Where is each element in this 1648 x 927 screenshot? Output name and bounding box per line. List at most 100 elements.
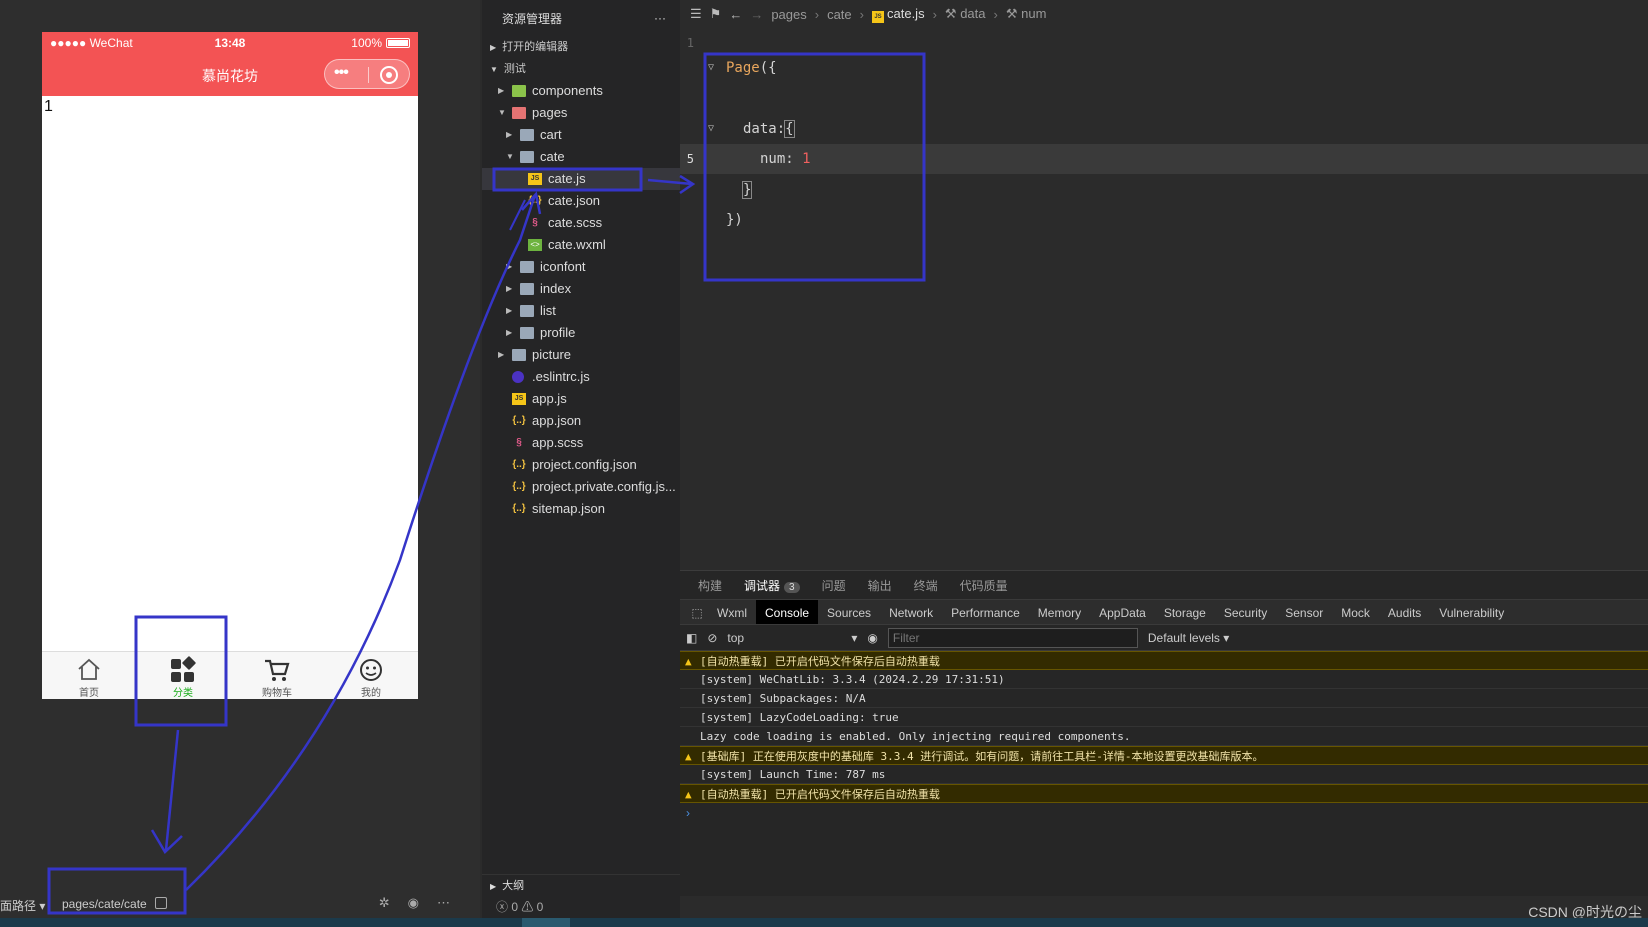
tree-item[interactable]: JS app.js: [482, 388, 680, 410]
chevron-right-icon[interactable]: ▶: [498, 344, 508, 366]
tree-item[interactable]: {..} project.private.config.js...: [482, 476, 680, 498]
devtools-tab-wxml[interactable]: Wxml: [708, 600, 756, 624]
bookmark-icon[interactable]: ⚑: [710, 6, 722, 22]
tree-item[interactable]: ▶ profile: [482, 322, 680, 344]
outline-section[interactable]: ▶ 大纲: [482, 874, 680, 896]
code-line-7: }): [680, 205, 1648, 235]
simulator-footer: 面路径 ▾ pages/cate/cate ✲ ◉ ⋯: [0, 890, 480, 918]
tree-item[interactable]: ▶ index: [482, 278, 680, 300]
sidebar-toggle-icon[interactable]: ◧: [686, 631, 697, 645]
chevron-right-icon[interactable]: ▶: [506, 256, 516, 278]
fold-chevron-icon[interactable]: ▽: [708, 114, 714, 144]
tree-item[interactable]: {..} project.config.json: [482, 454, 680, 476]
tab-home[interactable]: 首页: [42, 652, 136, 699]
devtools-tab-memory[interactable]: Memory: [1029, 600, 1090, 624]
log-levels-select[interactable]: Default levels ▾: [1148, 631, 1229, 645]
tree-item[interactable]: ▼ cate: [482, 146, 680, 168]
more-dots-icon[interactable]: •••: [334, 65, 360, 82]
tree-item[interactable]: {..} sitemap.json: [482, 498, 680, 520]
tab-output[interactable]: 输出: [868, 577, 892, 594]
menu-capsule: •••: [324, 59, 410, 89]
tab-code-quality[interactable]: 代码质量: [960, 577, 1008, 594]
devtools-tab-audits[interactable]: Audits: [1379, 600, 1430, 624]
tab-category[interactable]: 分类: [136, 652, 230, 699]
tree-item[interactable]: <> cate.wxml: [482, 234, 680, 256]
tab-profile[interactable]: 我的: [324, 652, 418, 699]
open-editors-label: 打开的编辑器: [502, 41, 569, 53]
tree-item[interactable]: ▶ components: [482, 80, 680, 102]
console-prompt[interactable]: ›: [680, 803, 1648, 823]
console-filter-input[interactable]: [887, 627, 1138, 648]
folder-icon: [520, 305, 534, 317]
context-select[interactable]: top ▾: [727, 631, 857, 645]
devtools-tab-performance[interactable]: Performance: [942, 600, 1029, 624]
back-arrow-icon[interactable]: ←: [729, 7, 742, 22]
page-path-label[interactable]: 面路径 ▾: [0, 897, 45, 914]
chevron-right-icon[interactable]: ▶: [506, 124, 516, 146]
tree-item[interactable]: {..} app.json: [482, 410, 680, 432]
chevron-right-icon[interactable]: ▶: [498, 80, 508, 102]
chevron-down-icon[interactable]: ▼: [498, 102, 508, 124]
inspect-element-icon[interactable]: ⬚: [686, 600, 708, 624]
devtools-tab-mock[interactable]: Mock: [1332, 600, 1379, 624]
devtools-tab-sources[interactable]: Sources: [818, 600, 880, 624]
tab-build[interactable]: 构建: [698, 577, 722, 594]
tree-item[interactable]: § app.scss: [482, 432, 680, 454]
json-file-icon: {..}: [512, 459, 526, 470]
close-target-icon[interactable]: [380, 66, 398, 84]
devtools-tab-appdata[interactable]: AppData: [1090, 600, 1155, 624]
category-icon: [169, 656, 197, 684]
tab-problems[interactable]: 问题: [822, 577, 846, 594]
devtools-tab-storage[interactable]: Storage: [1155, 600, 1215, 624]
devtools-tab-sensor[interactable]: Sensor: [1276, 600, 1332, 624]
preview-eye-icon[interactable]: ◉: [408, 895, 419, 911]
chevron-right-icon: ›: [932, 6, 937, 22]
breadcrumb-pages[interactable]: pages: [771, 7, 806, 22]
devtools-tab-console[interactable]: Console: [756, 600, 819, 624]
tree-item[interactable]: {..} cate.json: [482, 190, 680, 212]
cart-icon: [263, 656, 291, 684]
devtools-tab-security[interactable]: Security: [1215, 600, 1276, 624]
explorer-more-button[interactable]: ···: [654, 11, 666, 25]
tree-item[interactable]: § cate.scss: [482, 212, 680, 234]
tab-profile-label: 我的: [361, 688, 381, 699]
tree-item-label: project.config.json: [532, 457, 637, 472]
list-icon[interactable]: ☰: [690, 6, 702, 22]
chevron-down-icon[interactable]: ▼: [506, 146, 516, 168]
tree-item-label: cart: [540, 127, 562, 142]
tree-item[interactable]: .eslintrc.js: [482, 366, 680, 388]
forward-arrow-icon[interactable]: →: [750, 7, 763, 22]
devtools-tab-vulnerability[interactable]: Vulnerability: [1430, 600, 1513, 624]
chevron-right-icon[interactable]: ▶: [506, 322, 516, 344]
tree-item[interactable]: ▶ iconfont: [482, 256, 680, 278]
wrench-icon: ⚒: [944, 6, 961, 21]
project-section[interactable]: ▼ 测试: [482, 58, 680, 80]
more-icon[interactable]: ⋯: [437, 895, 450, 911]
tree-item-label: cate: [540, 149, 565, 164]
chevron-right-icon[interactable]: ▶: [506, 300, 516, 322]
chevron-right-icon[interactable]: ▶: [506, 278, 516, 300]
explorer-panel: 资源管理器 ··· ▶ 打开的编辑器 ▼ 测试 ▶ components ▼ pages ▶…: [482, 0, 680, 927]
tree-item[interactable]: ▶ cart: [482, 124, 680, 146]
fold-chevron-icon[interactable]: ▽: [708, 53, 714, 83]
breadcrumb-num[interactable]: ⚒ num: [1006, 6, 1047, 22]
open-editors-section[interactable]: ▶ 打开的编辑器: [482, 36, 680, 58]
problems-counter[interactable]: ⓧ 0 ⚠ 0: [482, 896, 680, 918]
tree-item[interactable]: JS cate.js: [482, 168, 680, 190]
breadcrumb-cate[interactable]: cate: [827, 7, 852, 22]
tab-terminal[interactable]: 终端: [914, 577, 938, 594]
tree-item[interactable]: ▶ list: [482, 300, 680, 322]
breadcrumb-data[interactable]: ⚒ data: [945, 6, 986, 22]
copy-icon[interactable]: [155, 897, 167, 909]
breadcrumb-file[interactable]: JS cate.js: [872, 6, 925, 23]
live-expression-eye-icon[interactable]: ◉: [867, 631, 877, 645]
debug-bug-icon[interactable]: ✲: [379, 895, 390, 911]
num-value-text: 1: [44, 98, 53, 115]
page-path-value[interactable]: pages/cate/cate: [62, 897, 147, 911]
tree-item[interactable]: ▶ picture: [482, 344, 680, 366]
tab-cart[interactable]: 购物车: [230, 652, 324, 699]
devtools-tab-network[interactable]: Network: [880, 600, 942, 624]
clear-console-icon[interactable]: ⊘: [707, 631, 717, 645]
tree-item[interactable]: ▼ pages: [482, 102, 680, 124]
tab-debugger[interactable]: 调试器 3: [744, 577, 800, 594]
